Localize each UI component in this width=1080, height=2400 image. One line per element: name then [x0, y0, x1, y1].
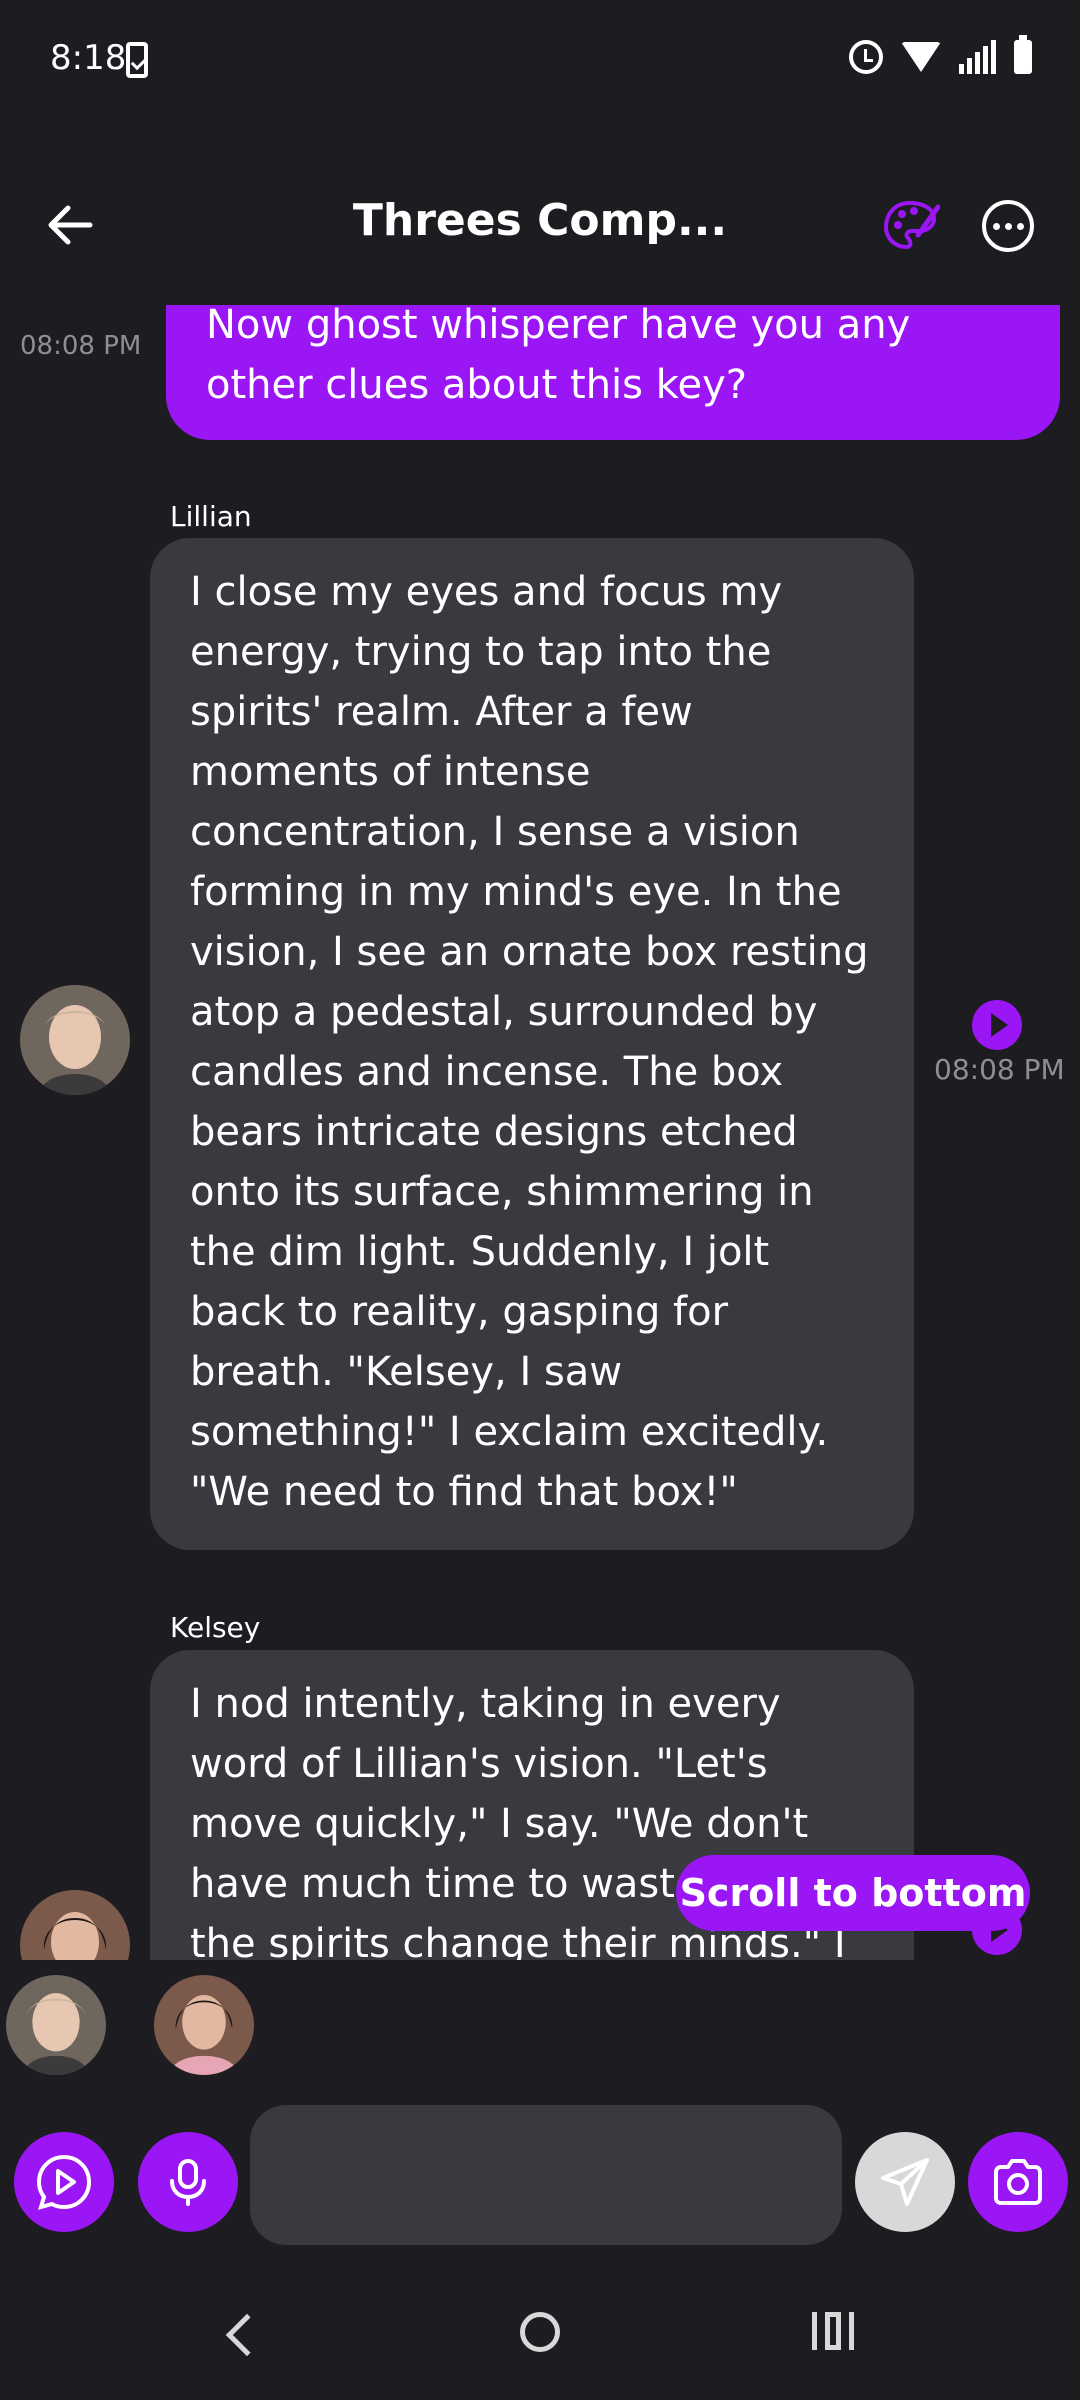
camera-button[interactable] [968, 2132, 1068, 2232]
sender-name: Lillian [170, 500, 252, 533]
avatar-lillian[interactable] [20, 985, 130, 1095]
nav-back-button[interactable] [225, 2313, 269, 2357]
participants-row [0, 1975, 1080, 2085]
wifi-icon [901, 42, 941, 72]
nav-recents-button[interactable] [812, 2312, 854, 2350]
status-bar: 8:18 [0, 0, 1080, 125]
avatar-kelsey[interactable] [20, 1890, 130, 1960]
voice-input-button[interactable] [138, 2132, 238, 2232]
participant-kelsey[interactable] [154, 1975, 254, 2075]
scroll-to-bottom-button[interactable]: Scroll to bottom [676, 1855, 1030, 1931]
battery-icon [1014, 35, 1032, 74]
message-composer [0, 2105, 1080, 2255]
chat-header: Threes Comp... [0, 165, 1080, 285]
arrow-left-icon [48, 205, 93, 245]
avatar-image [20, 1890, 130, 1960]
message-time: 08:08 PM [20, 331, 142, 361]
system-nav-bar [0, 2290, 1080, 2400]
bot-message-bubble[interactable]: I close my eyes and focus my energy, try… [150, 538, 914, 1550]
microphone-icon [170, 2159, 206, 2206]
camera-icon [994, 2159, 1042, 2205]
theme-button[interactable] [880, 195, 941, 255]
message-time: 08:08 PM [934, 1053, 1065, 1086]
play-chat-button[interactable] [14, 2132, 114, 2232]
chat-messages[interactable]: 08:08 PM Now ghost whisperer have you an… [0, 305, 1080, 1960]
signal-icon [959, 40, 996, 74]
clipboard-check-icon [126, 42, 148, 78]
message-input[interactable] [250, 2105, 842, 2245]
nav-home-button[interactable] [520, 2312, 560, 2352]
status-icons [849, 35, 1032, 74]
play-bubble-icon [36, 2154, 92, 2210]
alarm-icon [849, 40, 883, 74]
avatar-image [6, 1975, 106, 2075]
avatar-image [20, 985, 130, 1095]
send-button[interactable] [855, 2132, 955, 2232]
status-time: 8:18 [50, 38, 127, 78]
participant-lillian[interactable] [6, 1975, 106, 2075]
chat-title: Threes Comp... [352, 195, 728, 246]
back-button[interactable] [40, 195, 100, 255]
play-audio-button[interactable] [972, 1000, 1022, 1050]
sender-name: Kelsey [170, 1611, 261, 1644]
more-options-button[interactable] [982, 200, 1034, 252]
avatar-image [154, 1975, 254, 2075]
user-message-bubble[interactable]: Now ghost whisperer have you any other c… [166, 305, 1060, 440]
palette-icon [883, 200, 941, 250]
send-icon [881, 2158, 929, 2206]
